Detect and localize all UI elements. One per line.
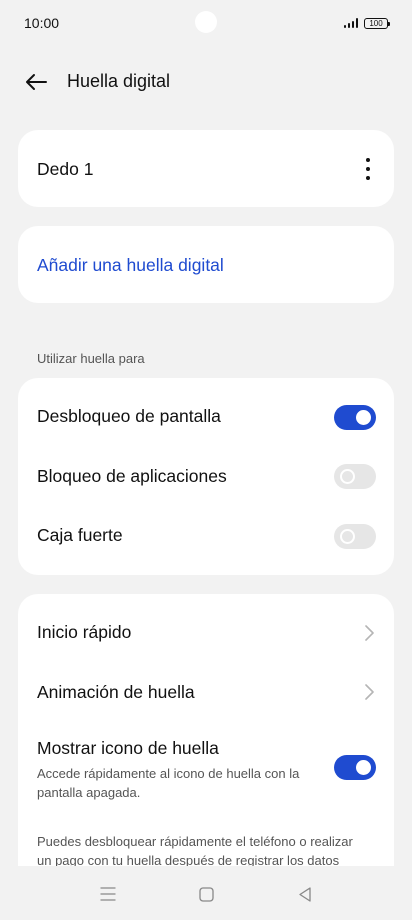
use-section-caption: Utilizar huella para	[37, 351, 145, 366]
back-triangle-icon[interactable]	[298, 887, 312, 902]
camera-cutout	[195, 11, 217, 33]
more-settings-card: Inicio rápido Animación de huella Mostra…	[18, 594, 394, 894]
status-indicators: 100	[343, 17, 390, 29]
signal-icon	[343, 18, 358, 28]
setting-label: Caja fuerte	[37, 525, 123, 545]
safe-box-toggle[interactable]	[334, 524, 376, 549]
setting-label: Bloqueo de aplicaciones	[37, 466, 227, 486]
toggle-knob	[356, 760, 371, 775]
fingerprint-card[interactable]: Dedo 1	[18, 130, 394, 207]
back-button[interactable]	[22, 68, 50, 96]
toggle-knob	[356, 410, 371, 425]
show-icon-toggle[interactable]	[334, 755, 376, 780]
arrow-left-icon	[26, 74, 47, 90]
status-time: 10:00	[24, 15, 60, 31]
more-vertical-icon[interactable]	[364, 158, 372, 180]
setting-label: Mostrar icono de huella	[37, 738, 219, 758]
toggle-knob	[340, 529, 355, 544]
setting-description: Accede rápidamente al icono de huella co…	[37, 766, 300, 781]
setting-label: Animación de huella	[37, 682, 195, 702]
battery-icon: 100	[364, 17, 390, 29]
system-nav-bar	[0, 866, 412, 920]
app-header: Huella digital	[0, 60, 412, 102]
use-for-card: Desbloqueo de pantalla Bloqueo de aplica…	[18, 378, 394, 575]
screen-unlock-toggle[interactable]	[334, 405, 376, 430]
setting-description: pantalla apagada.	[37, 785, 141, 800]
app-lock-toggle[interactable]	[334, 464, 376, 489]
add-fingerprint-link[interactable]: Añadir una huella digital	[37, 255, 224, 276]
chevron-right-icon	[365, 625, 374, 641]
setting-label: Inicio rápido	[37, 622, 132, 642]
toggle-knob	[340, 469, 355, 484]
footnote-line: Puedes desbloquear rápidamente el teléfo…	[37, 834, 353, 849]
page-title: Huella digital	[67, 71, 171, 91]
home-square-icon[interactable]	[199, 887, 214, 902]
menu-icon[interactable]	[100, 887, 116, 901]
setting-label: Desbloqueo de pantalla	[37, 406, 221, 426]
chevron-right-icon	[365, 684, 374, 700]
add-fingerprint-card[interactable]: Añadir una huella digital	[18, 226, 394, 303]
fingerprint-name: Dedo 1	[37, 159, 94, 179]
